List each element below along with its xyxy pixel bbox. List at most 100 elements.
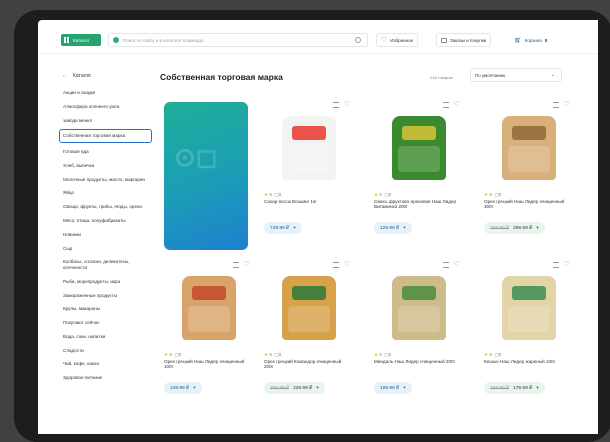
product-name[interactable]: Орех грецкий Наш Лидер очищенный 300г bbox=[484, 199, 570, 210]
cart-button[interactable]: 🛒︎ Корзина 0 bbox=[510, 33, 551, 47]
product-card[interactable]: ♡ ★ 0 ▢0 Орех грецкий Наш Лидер очищенный … bbox=[164, 261, 254, 402]
price: 139.99 ₽ bbox=[170, 385, 190, 391]
sidebar-item[interactable]: Чай, кофе, какао bbox=[60, 359, 152, 369]
review-count: 0 bbox=[178, 352, 182, 357]
product-card[interactable]: ♡ ★ 0 ▢0 Смесь фруктово-ореховая Наш Лидер… bbox=[374, 101, 464, 242]
compare-icon[interactable] bbox=[332, 102, 339, 108]
compare-icon[interactable] bbox=[442, 102, 449, 108]
sidebar-item[interactable]: Новинки bbox=[60, 230, 152, 240]
sort-label: По умолчанию bbox=[475, 72, 506, 78]
star-icon: ★ bbox=[374, 192, 379, 197]
compare-icon[interactable] bbox=[232, 262, 239, 268]
price-button[interactable]: 139.99 ₽ + bbox=[164, 382, 202, 394]
product-image[interactable] bbox=[282, 276, 336, 340]
rating: ★ 0 ▢0 bbox=[164, 352, 181, 358]
sort-select[interactable]: По умолчанию ⌄ bbox=[470, 68, 562, 82]
heart-icon[interactable]: ♡ bbox=[564, 101, 570, 108]
heart-icon[interactable]: ♡ bbox=[454, 101, 460, 108]
sidebar-item[interactable]: Сладости bbox=[60, 346, 152, 356]
catalog-button[interactable]: Каталог bbox=[61, 34, 101, 46]
price-button[interactable]: 129.99 ₽ + bbox=[374, 222, 412, 234]
compare-icon[interactable] bbox=[442, 262, 449, 268]
package-window-shape bbox=[288, 146, 330, 172]
product-image[interactable] bbox=[282, 116, 336, 180]
product-image[interactable] bbox=[182, 276, 236, 340]
price-button[interactable]: 199.99 ₽179.99 ₽ + bbox=[484, 382, 545, 394]
sidebar-item[interactable]: Мясо, птица, полуфабрикаты bbox=[60, 216, 152, 226]
package-label-shape bbox=[402, 286, 436, 300]
review-count: 0 bbox=[278, 352, 282, 357]
product-name[interactable]: Орех грецкий Командор очищенный 200г bbox=[264, 359, 350, 370]
cart-label: Корзина bbox=[524, 37, 542, 43]
sidebar-item[interactable]: заводи меню! bbox=[60, 116, 152, 126]
catalog-button-label: Каталог bbox=[73, 37, 90, 43]
sidebar-item[interactable]: Атмосфера осеннего уюта bbox=[60, 102, 152, 112]
rating-value: 0 bbox=[269, 352, 272, 357]
search-input[interactable]: Поиск по сайту и в каталоге Командор bbox=[108, 33, 368, 47]
product-count: 216 товаров bbox=[430, 75, 453, 80]
favorites-button[interactable]: ♡ Избранное bbox=[376, 33, 419, 47]
sidebar-item[interactable]: Сыр bbox=[60, 244, 152, 254]
heart-icon[interactable]: ♡ bbox=[344, 101, 350, 108]
sidebar-item[interactable]: Замороженные продукты bbox=[60, 291, 152, 301]
orders-button[interactable]: Заказы и покупки bbox=[436, 33, 492, 47]
review-count: 0 bbox=[388, 352, 392, 357]
star-icon: ★ bbox=[374, 352, 379, 357]
package-window-shape bbox=[508, 146, 550, 172]
product-name[interactable]: Смесь фруктово-ореховая Наш Лидер Витами… bbox=[374, 199, 460, 210]
product-card[interactable]: ♡ ★ 0 ▢0 Орех грецкий Командор очищенный 2… bbox=[264, 261, 354, 402]
product-name[interactable]: Сахар-песок Возьми! 1кг bbox=[264, 199, 350, 204]
sidebar-item[interactable]: Здоровое питание bbox=[60, 373, 152, 383]
back-to-catalog[interactable]: ← Каталог bbox=[62, 73, 91, 79]
sidebar-item[interactable]: Хлеб, выпечка bbox=[60, 161, 152, 171]
product-name[interactable]: Орех грецкий Наш Лидер очищенный 100г bbox=[164, 359, 250, 370]
product-card[interactable]: ♡ ★ 0 ▢0 Кешью Наш Лидер жареный 100г 199.9… bbox=[484, 261, 574, 402]
sidebar-item[interactable]: Колбасы, сосиски, деликатесы, копчености bbox=[60, 257, 152, 272]
rating: ★ 0 ▢0 bbox=[374, 352, 391, 358]
product-name[interactable]: Кешью Наш Лидер жареный 100г bbox=[484, 359, 570, 364]
package-window-shape bbox=[508, 306, 550, 332]
sidebar-item[interactable]: Акции и скидки bbox=[60, 88, 152, 98]
heart-icon: ♡ bbox=[381, 37, 388, 44]
product-card[interactable]: ♡ ★ 0 ▢0 Орех грецкий Наш Лидер очищенный … bbox=[484, 101, 574, 242]
star-icon: ★ bbox=[264, 192, 269, 197]
sidebar-item[interactable]: Яйцо bbox=[60, 188, 152, 198]
product-image[interactable] bbox=[502, 276, 556, 340]
price-button[interactable]: 749.99 ₽ + bbox=[264, 222, 302, 234]
sidebar-item[interactable]: Покупают сейчас bbox=[60, 318, 152, 328]
sidebar-item[interactable]: Овощи, фрукты, грибы, ягоды, орехи bbox=[60, 202, 152, 212]
rating: ★ 0 ▢0 bbox=[264, 352, 281, 358]
old-price: 289.99 ₽ bbox=[270, 385, 290, 391]
price-button[interactable]: 289.99 ₽229.99 ₽ + bbox=[264, 382, 325, 394]
sidebar-item[interactable]: Молочные продукты, масло, маргарин bbox=[60, 175, 152, 185]
rating: ★ 0 ▢0 bbox=[484, 352, 501, 358]
sidebar-item[interactable]: Готовая еда bbox=[60, 147, 152, 157]
product-image[interactable] bbox=[392, 116, 446, 180]
sidebar-item[interactable]: Вода, соки, напитки bbox=[60, 332, 152, 342]
heart-icon[interactable]: ♡ bbox=[564, 261, 570, 268]
package-window-shape bbox=[188, 306, 230, 332]
brand-dot-icon bbox=[113, 37, 119, 43]
compare-icon[interactable] bbox=[552, 262, 559, 268]
product-card[interactable]: ♡ ★ 0 ▢0 Сахар-песок Возьми! 1кг 749.99 ₽ + bbox=[264, 101, 354, 242]
compare-icon[interactable] bbox=[552, 102, 559, 108]
heart-icon[interactable]: ♡ bbox=[244, 261, 250, 268]
sidebar-item[interactable]: Крупы, макароны bbox=[60, 304, 152, 314]
heart-icon[interactable]: ♡ bbox=[344, 261, 350, 268]
product-image[interactable] bbox=[502, 116, 556, 180]
price-button[interactable]: 199.99 ₽ + bbox=[374, 382, 412, 394]
sidebar-item[interactable]: Собственная торговая марка bbox=[59, 129, 152, 143]
price-button[interactable]: 369.99 ₽299.99 ₽ + bbox=[484, 222, 545, 234]
magnifier-icon[interactable] bbox=[355, 37, 361, 43]
product-card[interactable]: ♡ ★ 0 ▢0 Миндаль Наш Лидер очищенный 200г 1… bbox=[374, 261, 464, 402]
card-actions: ♡ bbox=[442, 261, 460, 268]
product-name[interactable]: Миндаль Наш Лидер очищенный 200г bbox=[374, 359, 460, 364]
sidebar-item[interactable]: Рыба, морепродукты, икра bbox=[60, 277, 152, 287]
compare-icon[interactable] bbox=[332, 262, 339, 268]
product-image[interactable] bbox=[392, 276, 446, 340]
banner-logo: ⊙◻ bbox=[174, 142, 218, 172]
package-label-shape bbox=[192, 286, 226, 300]
price: 129.99 ₽ bbox=[380, 225, 400, 231]
promo-banner[interactable]: ⊙◻ bbox=[164, 102, 248, 250]
heart-icon[interactable]: ♡ bbox=[454, 261, 460, 268]
